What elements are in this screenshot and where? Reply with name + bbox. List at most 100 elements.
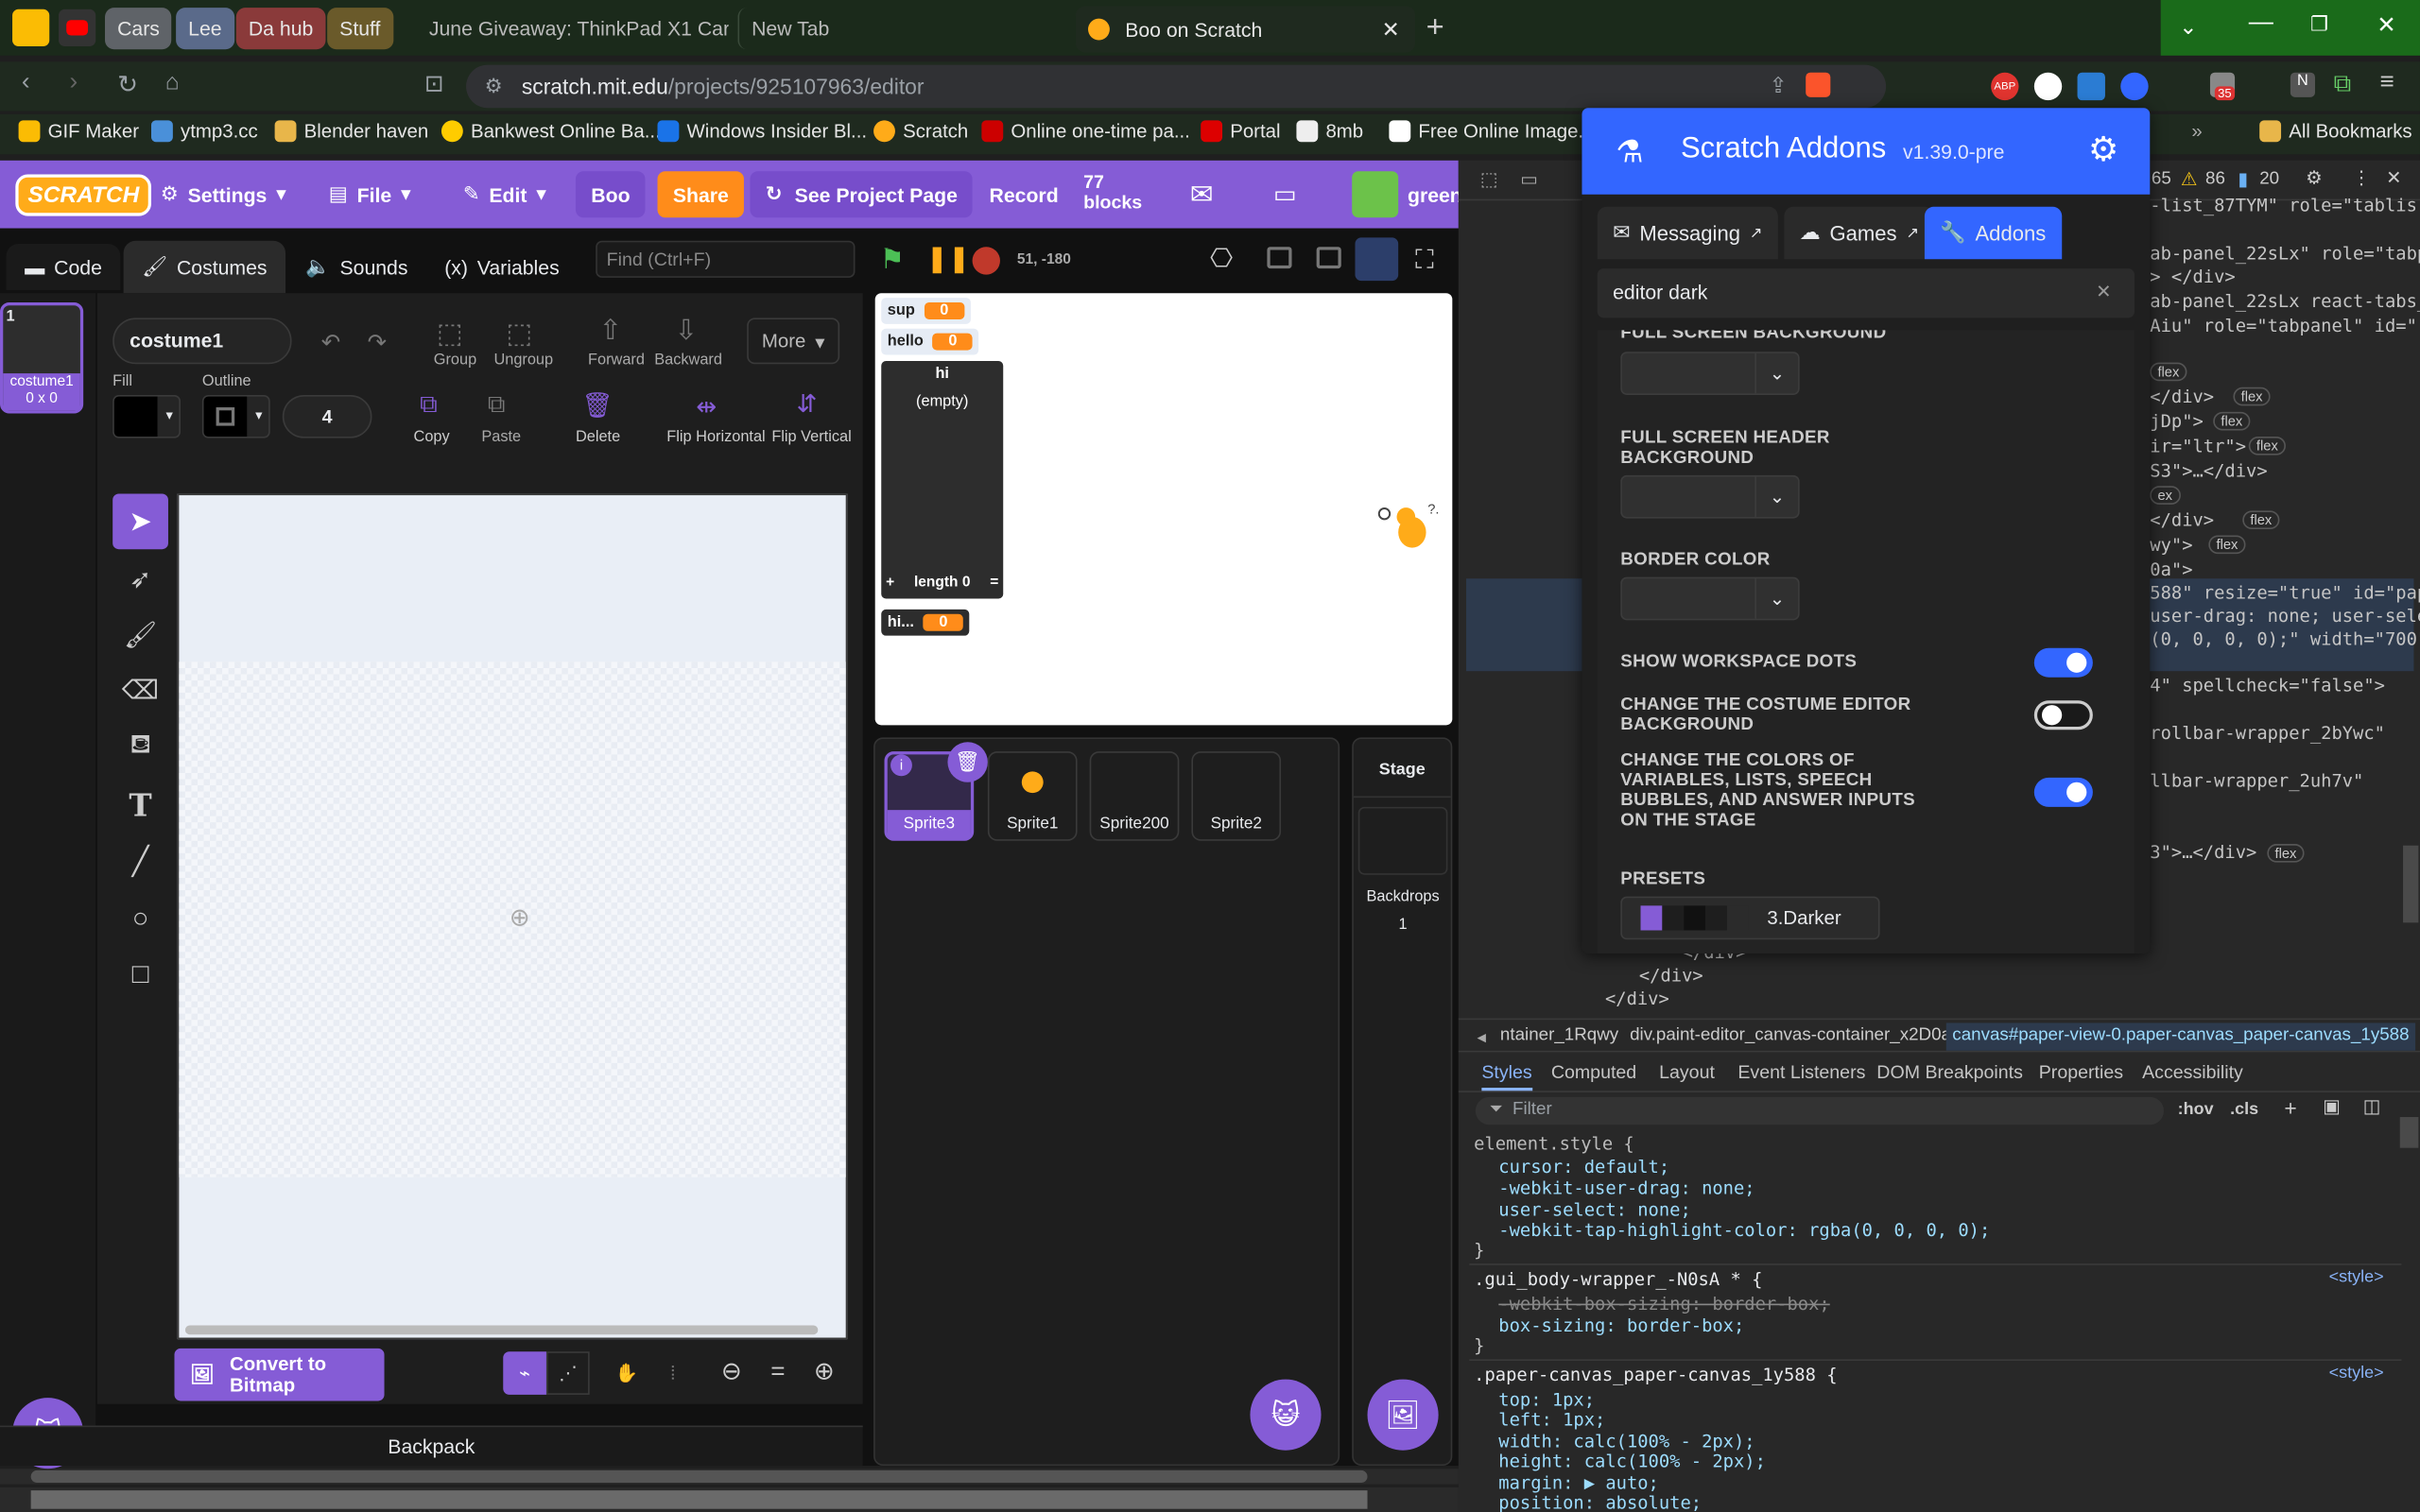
puzzle-icon[interactable]: ⧉ (2334, 71, 2352, 98)
dom-line[interactable]: Aiu" role="tabpanel" id="r (2150, 315, 2420, 336)
hand-icon[interactable]: ✋ (605, 1351, 648, 1395)
css-declaration[interactable]: user-select: none; (1498, 1199, 1690, 1221)
inspect-icon[interactable]: ⬚ (1480, 168, 1498, 190)
tab-dom-breakpoints[interactable]: DOM Breakpoints (1876, 1061, 2023, 1083)
clear-search-icon[interactable]: ✕ (2096, 281, 2111, 302)
ungroup-icon[interactable]: ⬚ (507, 318, 533, 350)
tab-games[interactable]: ☁ Games ↗ (1784, 206, 1935, 260)
flex-badge[interactable]: ex (2150, 486, 2181, 505)
css-declaration[interactable]: cursor: default; (1498, 1156, 1669, 1177)
sprite-thumb[interactable]: Sprite1 (987, 751, 1078, 841)
select-tool[interactable]: ➤ (112, 493, 168, 550)
convert-to-bitmap-button[interactable]: 🖼 Convert to Bitmap (174, 1348, 385, 1401)
bookmark-gif-maker[interactable]: GIF Maker (18, 120, 139, 143)
dom-line[interactable]: user-drag: none; user-sele (2150, 605, 2420, 627)
bookmark-icon[interactable]: ⊡ (424, 69, 444, 97)
chevron-left-icon[interactable]: ◂ (1477, 1026, 1485, 1048)
info-icon[interactable]: i (890, 754, 912, 777)
dom-line[interactable]: ab-panel_22sLx react-tabs_ (2150, 290, 2420, 312)
dom-line[interactable]: jDp"> (2150, 410, 2204, 432)
home-icon[interactable]: ⌂ (165, 69, 180, 95)
adblock-icon[interactable]: ABP (1991, 72, 2019, 101)
tab-group-da-hub[interactable]: Da hub (235, 8, 326, 50)
dom-line[interactable]: > </div> (2150, 266, 2235, 287)
brave-shield-icon[interactable] (1806, 72, 1831, 97)
outline-width-input[interactable]: 4 (282, 394, 372, 438)
tab-computed[interactable]: Computed (1551, 1061, 1636, 1083)
tab-event-listeners[interactable]: Event Listeners (1737, 1061, 1865, 1083)
list-resize-handle[interactable]: = (990, 574, 998, 598)
magnet-icon[interactable]: ⌁ (503, 1351, 546, 1395)
dom-line[interactable]: </div> (2150, 509, 2214, 531)
reload-icon[interactable]: ↻ (117, 69, 138, 100)
element-state-icon[interactable]: ▣ (2323, 1095, 2341, 1117)
scratch-addons-ext-icon[interactable] (2120, 72, 2149, 101)
tab-group-stuff[interactable]: Stuff (327, 8, 393, 50)
rectangle-tool[interactable]: □ (112, 946, 168, 1002)
reshape-tool[interactable]: ➶ (112, 552, 168, 608)
circle-tool[interactable]: ○ (112, 890, 168, 946)
forward-icon[interactable]: ⇧ (598, 315, 622, 347)
sprite-thumb[interactable]: Sprite200 (1089, 751, 1180, 841)
bookmark-scratch[interactable]: Scratch (873, 120, 968, 143)
text-tool[interactable]: T (112, 778, 168, 833)
paste-icon[interactable]: ⧉ (488, 392, 506, 420)
fill-color-picker[interactable]: ▾ (112, 394, 182, 438)
extension-icon[interactable] (2033, 72, 2063, 101)
zoom-reset-icon[interactable]: = (759, 1351, 796, 1395)
sidebar-toggle-icon[interactable]: ◫ (2363, 1095, 2381, 1117)
add-rule-icon[interactable]: + (2284, 1095, 2296, 1120)
bookmark-portal[interactable]: Portal (1201, 120, 1281, 143)
tab-june-giveaway[interactable]: June Giveaway: ThinkPad X1 Carbon (405, 8, 729, 49)
eraser-tool[interactable]: ⌫ (112, 663, 168, 719)
chevron-down-icon[interactable]: ⌄ (2179, 14, 2197, 41)
all-bookmarks[interactable]: All Bookmarks (2259, 120, 2412, 143)
more-button[interactable]: More ▾ (747, 318, 840, 365)
list-add-button[interactable]: + (886, 574, 894, 598)
edit-menu[interactable]: ✎ Edit ▾ (463, 161, 546, 229)
backpack[interactable]: Backpack (0, 1425, 863, 1467)
more-icon[interactable]: ⋮ (2352, 166, 2371, 188)
scratch-logo[interactable]: SCRATCH (15, 161, 152, 229)
paint-canvas[interactable]: ⊕ (177, 493, 848, 1340)
tab-properties[interactable]: Properties (2039, 1061, 2123, 1083)
green-flag-icon[interactable]: ⚑ (880, 244, 905, 276)
flex-badge[interactable]: flex (2150, 362, 2187, 382)
preset-button[interactable]: 3.Darker (1620, 896, 1880, 940)
costume-item[interactable]: 1 costume1 0 x 0 (0, 301, 84, 414)
dom-line[interactable]: -list_87TYM" role="tablis (2150, 195, 2417, 216)
tab-addons[interactable]: 🔧 Addons (1924, 206, 2062, 260)
costume-bg-toggle[interactable] (2033, 700, 2093, 730)
back-icon[interactable]: ‹ (22, 69, 30, 96)
dom-line[interactable]: 4" spellcheck="false"> (2150, 674, 2385, 696)
canvas-scrollbar[interactable] (184, 1325, 819, 1335)
editor-h-scrollbar[interactable] (0, 1469, 1459, 1485)
addons-search-input[interactable]: editor dark (1597, 268, 2135, 318)
nodes-icon[interactable]: ⋰ (545, 1351, 590, 1395)
dom-line[interactable]: 0a"> (2150, 558, 2192, 580)
menu-icon[interactable]: ≡ (2380, 69, 2394, 96)
avatar[interactable] (1352, 171, 1399, 218)
breadcrumb-item[interactable]: ntainer_1Rqwy (1500, 1026, 1618, 1045)
css-declaration[interactable]: box-sizing: border-box; (1498, 1314, 1744, 1336)
tab-sounds[interactable]: 🔈 Sounds (287, 244, 426, 290)
gear-icon[interactable]: ⚙ (2306, 166, 2323, 188)
extension-n-icon[interactable]: N (2290, 72, 2315, 97)
flex-badge[interactable]: flex (2242, 510, 2280, 529)
styles-filter-input[interactable]: Filter (1475, 1096, 2164, 1125)
css-declaration[interactable]: position: absolute; (1498, 1492, 1702, 1512)
flex-badge[interactable]: flex (2248, 437, 2286, 455)
bookmark-8mb[interactable]: 8mb (1296, 120, 1363, 143)
style-source-link[interactable]: <style> (2329, 1268, 2384, 1287)
dom-line[interactable]: (0, 0, 0, 0);" width="700" (2150, 627, 2420, 649)
site-info-icon[interactable]: ⚙ (485, 74, 503, 98)
messages-icon[interactable]: ✉ (1190, 161, 1214, 229)
bookmark-ytmp3[interactable]: ytmp3.cc (150, 120, 258, 143)
variable-monitor[interactable]: hello 0 (881, 328, 979, 355)
bookmark-otp[interactable]: Online one-time pa... (981, 120, 1190, 143)
file-menu[interactable]: ▤ File ▾ (329, 161, 411, 229)
show-dots-toggle[interactable] (2033, 647, 2093, 678)
grid-icon[interactable]: ⦙ (654, 1351, 691, 1395)
color-picker[interactable]: ⌄ (1620, 352, 1800, 395)
css-declaration[interactable]: height: calc(100% - 2px); (1498, 1451, 1766, 1472)
